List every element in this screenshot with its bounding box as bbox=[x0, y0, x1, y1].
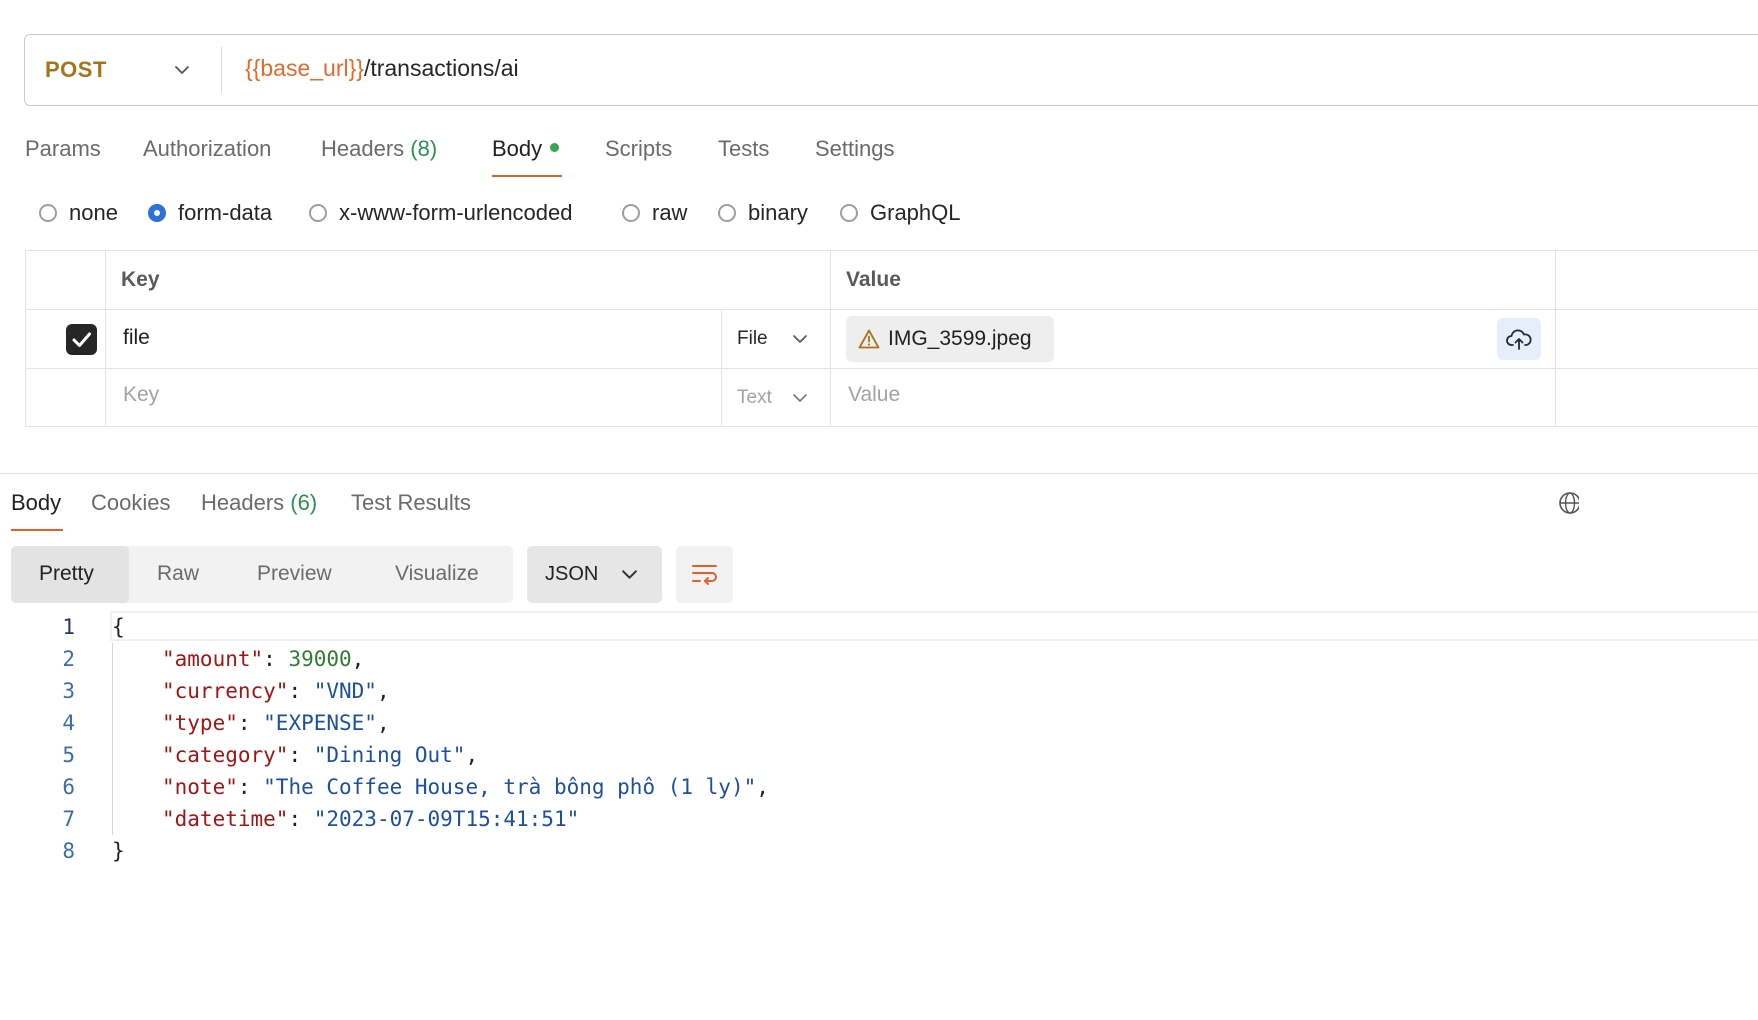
wrap-lines-icon bbox=[692, 565, 717, 585]
tab-params[interactable]: Params bbox=[25, 136, 101, 162]
format-select[interactable]: JSON bbox=[527, 546, 662, 603]
line-number: 3 bbox=[62, 679, 75, 703]
table-divider bbox=[105, 250, 106, 427]
file-chip[interactable]: IMG_3599.jpeg bbox=[846, 316, 1054, 362]
line-number: 6 bbox=[62, 775, 75, 799]
headers-count: (8) bbox=[410, 136, 438, 161]
tab-body[interactable]: Body bbox=[492, 136, 560, 162]
json-close-brace: } bbox=[112, 839, 125, 863]
row-type-label: File bbox=[737, 328, 768, 349]
line-number: 2 bbox=[62, 647, 75, 671]
response-tab-cookies[interactable]: Cookies bbox=[91, 490, 170, 516]
globe-icon[interactable] bbox=[1557, 490, 1579, 516]
url-variable: {{base_url}} bbox=[245, 55, 364, 81]
radio-icon[interactable] bbox=[309, 204, 327, 222]
line-number: 7 bbox=[62, 807, 75, 831]
radio-selected-icon[interactable] bbox=[148, 204, 166, 222]
upload-file-button[interactable] bbox=[1497, 318, 1541, 360]
response-headers-count: (6) bbox=[290, 490, 318, 515]
tab-authorization[interactable]: Authorization bbox=[143, 136, 271, 162]
view-mode-switch: Pretty Raw Preview Visualize bbox=[11, 546, 513, 603]
new-row-type-label: Text bbox=[737, 387, 772, 408]
method-select[interactable]: POST bbox=[45, 57, 107, 83]
current-line-highlight bbox=[110, 611, 1758, 641]
table-divider bbox=[25, 309, 1758, 310]
radio-icon[interactable] bbox=[39, 204, 57, 222]
new-value-input[interactable]: Value bbox=[848, 383, 900, 407]
table-divider bbox=[25, 368, 1758, 369]
view-mode-raw[interactable]: Raw bbox=[157, 562, 199, 586]
line-number: 1 bbox=[62, 615, 75, 639]
view-mode-pretty[interactable]: Pretty bbox=[39, 562, 94, 586]
table-divider bbox=[721, 309, 722, 427]
checkmark-icon bbox=[72, 332, 91, 347]
radio-icon[interactable] bbox=[718, 204, 736, 222]
wrap-lines-button[interactable] bbox=[676, 546, 733, 603]
chevron-down-icon[interactable] bbox=[173, 61, 191, 79]
json-line: "type": "EXPENSE", bbox=[162, 711, 390, 735]
tab-tests[interactable]: Tests bbox=[718, 136, 769, 162]
radio-graphql[interactable]: GraphQL bbox=[840, 200, 961, 226]
radio-form-data[interactable]: form-data bbox=[148, 200, 272, 226]
column-header-value: Value bbox=[846, 268, 901, 291]
indent-guide bbox=[112, 643, 113, 835]
line-number: 5 bbox=[62, 743, 75, 767]
active-tab-underline bbox=[492, 175, 562, 177]
row-type-select[interactable]: File bbox=[737, 328, 807, 350]
chevron-down-icon bbox=[622, 570, 637, 579]
column-header-key: Key bbox=[121, 268, 160, 291]
response-tab-underline bbox=[11, 529, 63, 531]
line-number: 4 bbox=[62, 711, 75, 735]
radio-x-www-form-urlencoded[interactable]: x-www-form-urlencoded bbox=[309, 200, 573, 226]
view-mode-visualize[interactable]: Visualize bbox=[395, 562, 479, 586]
tab-scripts[interactable]: Scripts bbox=[605, 136, 672, 162]
chevron-down-icon bbox=[793, 394, 807, 402]
table-divider bbox=[1555, 250, 1556, 427]
url-input[interactable]: {{base_url}}/transactions/ai bbox=[245, 55, 519, 82]
radio-raw[interactable]: raw bbox=[622, 200, 687, 226]
row-enabled-checkbox[interactable] bbox=[66, 324, 97, 355]
line-number: 8 bbox=[62, 839, 75, 863]
view-mode-preview[interactable]: Preview bbox=[257, 562, 332, 586]
format-label: JSON bbox=[545, 563, 599, 585]
json-line: "category": "Dining Out", bbox=[162, 743, 479, 767]
response-tab-test-results[interactable]: Test Results bbox=[351, 490, 471, 516]
new-key-input[interactable]: Key bbox=[123, 383, 159, 407]
file-name: IMG_3599.jpeg bbox=[888, 327, 1032, 350]
radio-binary[interactable]: binary bbox=[718, 200, 808, 226]
table-divider bbox=[830, 250, 831, 427]
panel-divider bbox=[0, 473, 1758, 474]
chevron-down-icon bbox=[793, 335, 807, 343]
radio-icon[interactable] bbox=[622, 204, 640, 222]
json-line: "currency": "VND", bbox=[162, 679, 390, 703]
json-line: "amount": 39000, bbox=[162, 647, 365, 671]
row-key-input[interactable]: file bbox=[123, 326, 150, 350]
url-divider bbox=[221, 47, 222, 93]
json-line: "note": "The Coffee House, trà bông phô … bbox=[162, 775, 769, 799]
new-row-type-select[interactable]: Text bbox=[737, 387, 807, 409]
tab-settings[interactable]: Settings bbox=[815, 136, 895, 162]
radio-icon[interactable] bbox=[840, 204, 858, 222]
radio-none[interactable]: none bbox=[39, 200, 118, 226]
tab-headers[interactable]: Headers (8) bbox=[321, 136, 437, 162]
url-bar: POST {{base_url}}/transactions/ai bbox=[24, 34, 1758, 106]
json-open-brace: { bbox=[112, 615, 125, 639]
response-tab-headers[interactable]: Headers (6) bbox=[201, 490, 317, 516]
response-tab-body[interactable]: Body bbox=[11, 490, 61, 516]
json-line: "datetime": "2023-07-09T15:41:51" bbox=[162, 807, 580, 831]
url-path: /transactions/ai bbox=[363, 55, 519, 81]
cloud-upload-icon bbox=[1506, 329, 1532, 350]
warning-icon bbox=[858, 329, 880, 349]
modified-dot-icon bbox=[550, 143, 560, 152]
